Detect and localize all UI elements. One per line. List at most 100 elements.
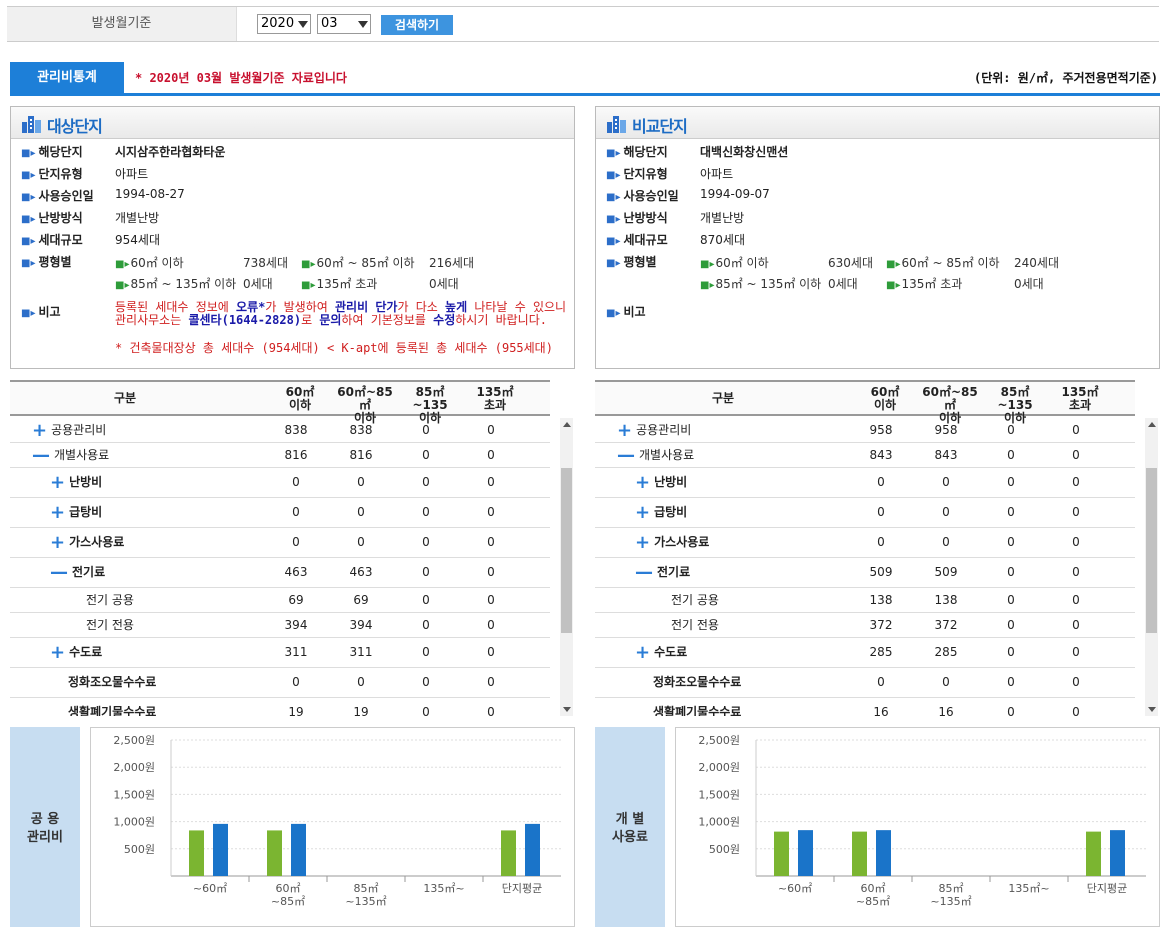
- scroll-down-icon[interactable]: [1148, 707, 1156, 712]
- x-tick-label: 135㎡~: [1008, 882, 1049, 895]
- table-row[interactable]: + 급탕비 0 0 0 0: [10, 498, 550, 528]
- tab-fee-stats[interactable]: 관리비통계: [10, 62, 124, 93]
- target-type-label: ■▸ 단지유형: [21, 167, 83, 181]
- table-cell: 509: [869, 565, 893, 579]
- table-cell: 0: [487, 423, 495, 437]
- table-cell: 19: [353, 705, 369, 716]
- year-select[interactable]: 2020: [257, 14, 311, 34]
- table-cell: 0: [487, 505, 495, 519]
- bar: [291, 823, 306, 876]
- table-cell: 0: [942, 535, 950, 549]
- table-cell: 0: [487, 618, 495, 632]
- table-row[interactable]: + 공용관리비 958 958 0 0: [595, 418, 1135, 443]
- y-tick-label: 2,500원: [113, 734, 155, 747]
- expand-icon[interactable]: +: [50, 472, 65, 493]
- table-row[interactable]: — 개별사용료 843 843 0 0: [595, 443, 1135, 468]
- chart-side-line: 사용료: [612, 830, 648, 845]
- x-tick-label: 단지평균: [502, 882, 542, 895]
- table-row[interactable]: — 전기료 509 509 0 0: [595, 558, 1135, 588]
- row-label: 전기 전용: [86, 613, 134, 637]
- row-label: + 공용관리비: [32, 418, 106, 443]
- table-cell: 311: [284, 645, 308, 659]
- month-select[interactable]: 03: [317, 14, 371, 34]
- row-label: + 수도료: [635, 638, 687, 667]
- col-135: 135㎡ 초과: [476, 385, 514, 412]
- expand-icon[interactable]: +: [50, 502, 65, 523]
- scroll-thumb[interactable]: [561, 468, 572, 633]
- table-cell: 372: [934, 618, 958, 632]
- table-cell: 0: [1007, 423, 1015, 437]
- collapse-icon[interactable]: —: [617, 445, 635, 466]
- x-tick-label: 60㎡: [861, 882, 886, 895]
- table-cell: 463: [284, 565, 308, 579]
- row-label: — 개별사용료: [32, 443, 109, 468]
- table-cell: 0: [1072, 593, 1080, 607]
- scroll-up-icon[interactable]: [1148, 422, 1156, 427]
- table-row[interactable]: — 전기료 463 463 0 0: [10, 558, 550, 588]
- compare-info-panel: 비교단지 ■▸ 해당단지 대백신화창신맨션 ■▸ 단지유형 아파트 ■▸ 사용승인일 …: [595, 106, 1160, 369]
- expand-icon[interactable]: +: [50, 642, 65, 663]
- pyeong-count: 0세대: [243, 277, 273, 291]
- scroll-thumb[interactable]: [1146, 468, 1157, 633]
- expand-icon[interactable]: +: [635, 642, 650, 663]
- pyeong-type: ■▸85㎡ ~ 135㎡ 이하: [700, 277, 822, 291]
- table-cell: 0: [1007, 618, 1015, 632]
- y-tick-label: 2,000원: [698, 761, 740, 774]
- month-value: 03: [321, 16, 338, 31]
- table-row[interactable]: + 수도료 311 311 0 0: [10, 638, 550, 668]
- collapse-icon[interactable]: —: [635, 562, 653, 583]
- table-cell: 0: [292, 535, 300, 549]
- x-tick-label: ~85㎡: [856, 895, 890, 908]
- arrow-icon: ■▸: [21, 170, 36, 181]
- table-cell: 816: [349, 448, 373, 462]
- table-cell: 0: [1007, 475, 1015, 489]
- expand-icon[interactable]: +: [617, 420, 632, 441]
- table-row[interactable]: + 난방비 0 0 0 0: [595, 468, 1135, 498]
- scrollbar[interactable]: [1145, 418, 1158, 716]
- table-cell: 0: [487, 645, 495, 659]
- pyeong-count: 0세대: [828, 277, 858, 291]
- target-households: 954세대: [115, 233, 160, 247]
- collapse-icon[interactable]: —: [32, 445, 50, 466]
- table-cell: 0: [357, 475, 365, 489]
- row-label-text: 정화조오물수수료: [68, 675, 157, 689]
- collapse-icon[interactable]: —: [50, 562, 68, 583]
- scroll-down-icon[interactable]: [563, 707, 571, 712]
- row-label: + 가스사용료: [50, 528, 124, 557]
- bar: [876, 830, 891, 876]
- table-row[interactable]: + 수도료 285 285 0 0: [595, 638, 1135, 668]
- table-cell: 0: [1007, 448, 1015, 462]
- expand-icon[interactable]: +: [635, 502, 650, 523]
- table-row[interactable]: — 개별사용료 816 816 0 0: [10, 443, 550, 468]
- table-row[interactable]: + 공용관리비 838 838 0 0: [10, 418, 550, 443]
- table-row[interactable]: + 난방비 0 0 0 0: [10, 468, 550, 498]
- row-label: + 난방비: [635, 468, 687, 497]
- table-cell: 0: [1007, 675, 1015, 689]
- table-row[interactable]: + 가스사용료 0 0 0 0: [595, 528, 1135, 558]
- y-tick-label: 1,500원: [113, 788, 155, 801]
- expand-icon[interactable]: +: [635, 472, 650, 493]
- arrow-icon: ■▸: [21, 192, 36, 203]
- pyeong-count: 630세대: [828, 256, 873, 270]
- scrollbar[interactable]: [560, 418, 573, 716]
- table-row[interactable]: + 가스사용료 0 0 0 0: [10, 528, 550, 558]
- arrow-icon: ■▸: [606, 236, 621, 247]
- search-button[interactable]: 검색하기: [381, 15, 453, 35]
- table-cell: 0: [942, 675, 950, 689]
- expand-icon[interactable]: +: [32, 420, 47, 441]
- row-label-text: 공용관리비: [636, 423, 692, 437]
- compare-approval-label: ■▸ 사용승인일: [606, 189, 679, 203]
- table-cell: 0: [1072, 705, 1080, 716]
- table-row: 전기 공용 69 69 0 0: [10, 588, 550, 613]
- table-cell: 394: [284, 618, 308, 632]
- compare-heating: 개별난방: [700, 211, 745, 225]
- y-tick-label: 2,000원: [113, 761, 155, 774]
- bar: [189, 830, 204, 876]
- search-bar: 발생월기준 2020 03 검색하기: [7, 6, 1159, 42]
- scroll-up-icon[interactable]: [563, 422, 571, 427]
- expand-icon[interactable]: +: [635, 532, 650, 553]
- table-row: 정화조오물수수료 0 0 0 0: [595, 668, 1135, 698]
- col-60: 60㎡ 이하: [285, 385, 315, 412]
- table-row[interactable]: + 급탕비 0 0 0 0: [595, 498, 1135, 528]
- expand-icon[interactable]: +: [50, 532, 65, 553]
